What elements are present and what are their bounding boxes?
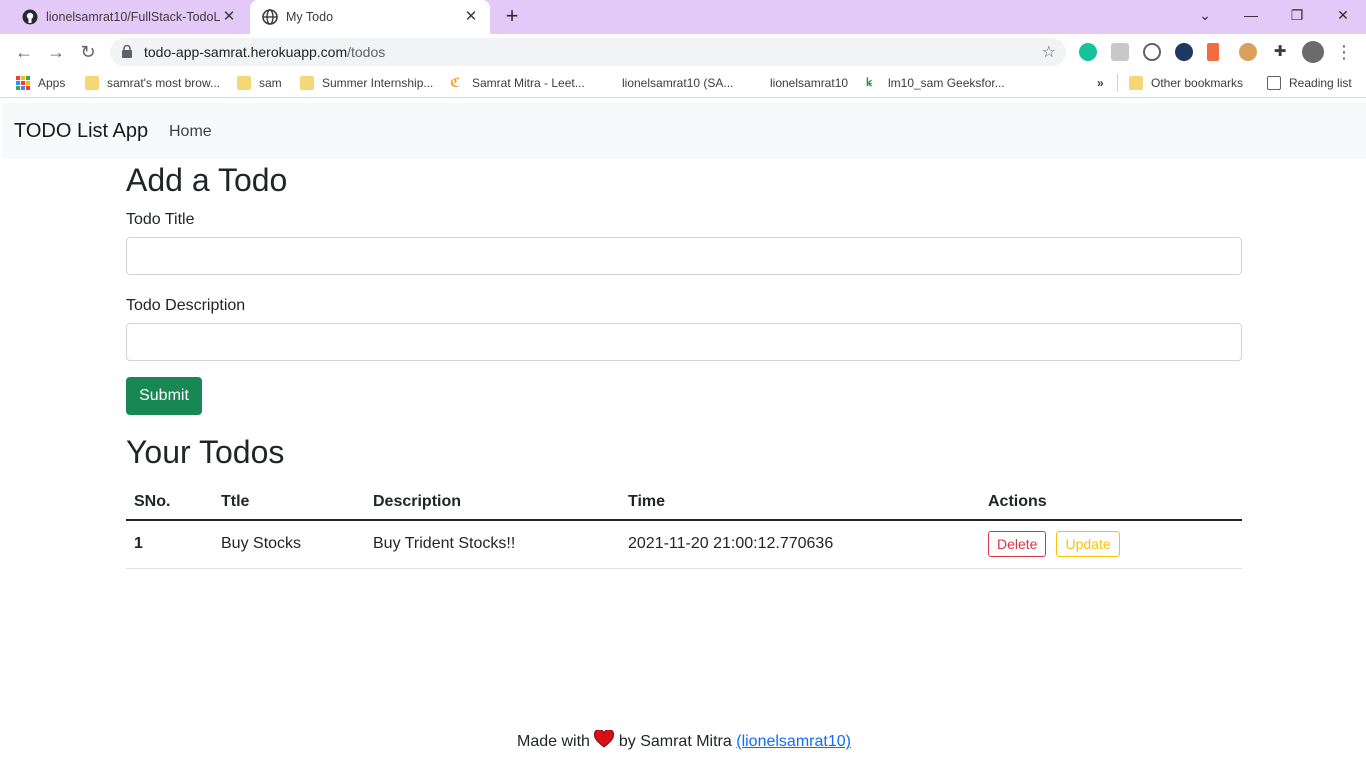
todo-title-label: Todo Title [126, 211, 195, 228]
cell-actions: Delete Update [980, 520, 1242, 569]
globe-icon [262, 9, 278, 25]
update-button[interactable]: Update [1056, 531, 1120, 558]
bookmark-folder[interactable]: Summer Internship... [300, 76, 433, 90]
more-bookmarks-chevron-icon[interactable]: » [1097, 76, 1104, 90]
reload-icon[interactable]: ↻ [76, 40, 100, 64]
bookmark-label: lionelsamrat10 (SA... [622, 76, 734, 90]
close-window-icon[interactable]: ✕ [1320, 0, 1366, 30]
bookmark-label: Summer Internship... [322, 76, 434, 90]
bookmark-folder[interactable]: samrat's most brow... [85, 76, 220, 90]
blank-page-icon [600, 76, 614, 90]
url-host: todo-app-samrat.herokuapp.com [144, 44, 348, 60]
bookmark-label: Samrat Mitra - Leet... [472, 76, 585, 90]
browser-tab-strip: lionelsamrat10/FullStack-TodoLis ✕ My To… [0, 0, 1366, 34]
github-icon [22, 9, 38, 25]
close-tab-icon[interactable]: ✕ [220, 8, 238, 26]
forward-icon[interactable]: → [44, 40, 68, 64]
other-bookmarks[interactable]: Other bookmarks [1129, 76, 1243, 90]
restore-icon[interactable]: ❐ [1274, 0, 1320, 30]
bookmark-label: Other bookmarks [1151, 76, 1244, 90]
extension-icon[interactable] [1111, 43, 1129, 61]
column-header-title: Ttle [213, 485, 365, 521]
minimize-icon[interactable]: — [1228, 0, 1274, 30]
reading-list-icon [1267, 76, 1281, 90]
navbar-brand[interactable]: TODO List App [14, 120, 148, 143]
cookie-icon[interactable] [1239, 43, 1257, 61]
check-extension-icon[interactable] [1175, 43, 1193, 61]
lock-icon [122, 45, 132, 58]
new-tab-icon[interactable]: + [500, 5, 524, 29]
bookmark-link[interactable]: lionelsamrat10 (SA... [600, 76, 733, 90]
table-row: 1 Buy Stocks Buy Trident Stocks!! 2021-1… [126, 520, 1242, 569]
bookmark-geeksforgeeks[interactable]: ꝃ lm10_sam Geeksfor... [866, 76, 1005, 90]
tab-search-chevron-icon[interactable]: ⌄ [1182, 0, 1228, 30]
geeksforgeeks-icon: ꝃ [866, 77, 872, 89]
puzzle-icon[interactable]: ✚ [1271, 43, 1289, 61]
todo-title-input[interactable] [126, 237, 1242, 275]
page-content: TODO List App Home Add a Todo Todo Title… [2, 103, 1366, 768]
cell-title: Buy Stocks [213, 520, 365, 569]
url-path: /todos [347, 44, 386, 60]
apps-grid-icon [16, 76, 30, 90]
table-header-row: SNo. Ttle Description Time Actions [126, 485, 1242, 521]
bookmark-label: Reading list [1289, 76, 1352, 90]
bookmarks-bar: Apps samrat's most brow... sam Summer In… [0, 70, 1366, 98]
bookmarks-divider [1117, 74, 1118, 92]
leetcode-icon: ℭ [450, 75, 461, 90]
column-header-actions: Actions [980, 485, 1242, 521]
todo-description-label: Todo Description [126, 297, 246, 314]
menu-kebab-icon[interactable]: ⋮ [1332, 40, 1356, 64]
speed-extension-icon[interactable] [1143, 43, 1161, 61]
bookmark-label: lm10_sam Geeksfor... [888, 76, 1005, 90]
blank-page-icon [748, 76, 762, 90]
tab-my-todo[interactable]: My Todo ✕ [250, 0, 490, 34]
bookmark-label: lionelsamrat10 [770, 76, 849, 90]
your-todos-heading: Your Todos [126, 434, 285, 470]
reading-list[interactable]: Reading list [1267, 76, 1352, 90]
add-todo-heading: Add a Todo [126, 162, 288, 198]
extension-icon[interactable] [1207, 43, 1219, 61]
address-bar[interactable]: todo-app-samrat.herokuapp.com/todos ☆ [110, 38, 1066, 66]
back-icon[interactable]: ← [12, 40, 36, 64]
bookmark-apps[interactable]: Apps [16, 76, 65, 90]
avatar[interactable] [1302, 41, 1324, 63]
tab-github[interactable]: lionelsamrat10/FullStack-TodoLis ✕ [10, 0, 248, 34]
bookmark-link[interactable]: lionelsamrat10 [748, 76, 848, 90]
folder-icon [85, 76, 99, 90]
footer: Made with by Samrat Mitra (lionelsamrat1… [2, 730, 1366, 751]
todo-description-input[interactable] [126, 323, 1242, 361]
folder-icon [1129, 76, 1143, 90]
footer-author: by Samrat Mitra [618, 733, 732, 750]
column-header-description: Description [365, 485, 620, 521]
heart-icon [594, 730, 615, 748]
cell-description: Buy Trident Stocks!! [365, 520, 620, 569]
todos-table: SNo. Ttle Description Time Actions 1 Buy… [126, 485, 1242, 569]
bookmark-label: sam [259, 76, 282, 90]
site-navbar: TODO List App Home [2, 103, 1366, 159]
tab-title: My Todo [286, 10, 334, 24]
folder-icon [237, 76, 251, 90]
bookmark-label: Apps [38, 76, 66, 90]
bookmark-star-icon[interactable]: ☆ [1042, 42, 1056, 62]
column-header-sno: SNo. [126, 485, 213, 521]
delete-button[interactable]: Delete [988, 531, 1047, 558]
submit-button[interactable]: Submit [126, 377, 202, 415]
bookmark-folder[interactable]: sam [237, 76, 282, 90]
cell-time: 2021-11-20 21:00:12.770636 [620, 520, 980, 569]
footer-made-with: Made with [517, 733, 590, 750]
browser-toolbar: ← → ↻ todo-app-samrat.herokuapp.com/todo… [0, 34, 1366, 70]
nav-home-link[interactable]: Home [169, 123, 212, 141]
close-tab-icon[interactable]: ✕ [462, 8, 480, 26]
bookmark-label: samrat's most brow... [107, 76, 220, 90]
column-header-time: Time [620, 485, 980, 521]
folder-icon [300, 76, 314, 90]
grammarly-icon[interactable] [1079, 43, 1097, 61]
bookmark-leetcode[interactable]: ℭ Samrat Mitra - Leet... [450, 75, 585, 91]
tab-title: lionelsamrat10/FullStack-TodoLis [46, 10, 220, 24]
url-text: todo-app-samrat.herokuapp.com/todos [144, 44, 385, 60]
footer-github-link[interactable]: (lionelsamrat10) [736, 733, 851, 750]
cell-sno: 1 [126, 520, 213, 569]
